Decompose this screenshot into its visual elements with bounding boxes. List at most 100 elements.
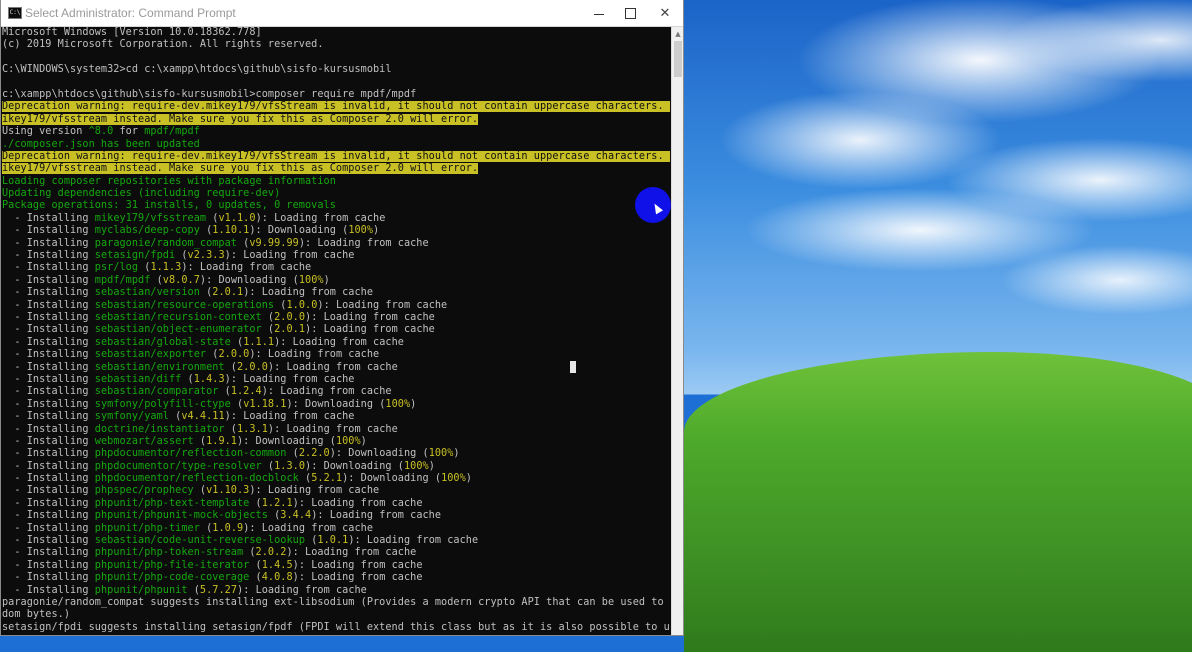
scroll-up-button[interactable]: ▲: [672, 27, 683, 41]
console-text-segment: sebastian/resource-operations: [94, 299, 275, 311]
console-text-segment: - Installing: [2, 361, 95, 373]
console-text-segment: 1.3.1: [237, 423, 268, 435]
console-text-segment: 1.0.1: [317, 535, 349, 547]
console-text-segment: - Installing: [2, 349, 95, 361]
console-text-segment: (c) 2019 Microsoft Corporation. All righ…: [2, 39, 324, 51]
console-text-segment: ): Loading from cache: [249, 485, 380, 497]
minimize-icon: [594, 14, 604, 15]
window-title: Select Administrator: Command Prompt: [25, 6, 236, 20]
console-text-segment: 4.0.8: [261, 572, 293, 584]
console-text-segment: myclabs/deep-copy: [94, 225, 200, 237]
console-line: - Installing setasign/fpdi (v2.3.3): Loa…: [2, 250, 670, 262]
console-text-segment: (: [187, 584, 200, 596]
chevron-up-icon: ▲: [675, 30, 681, 38]
console-text-segment: ): Loading from cache: [292, 559, 423, 571]
console-text-segment: 1.1.1: [243, 336, 275, 348]
console-text-segment: - Installing: [2, 448, 95, 460]
console-line: - Installing paragonie/random_compat (v9…: [2, 238, 670, 250]
green-hill: [684, 352, 1192, 652]
console-text-segment: 5.2.1: [311, 473, 343, 485]
console-line: Deprecation warning: require-dev.mikey17…: [2, 150, 670, 163]
console-output[interactable]: Microsoft Windows [Version 10.0.18362.77…: [2, 27, 670, 635]
console-text-segment: - Installing: [2, 435, 95, 447]
console-text-segment: Updating dependencies (including require…: [2, 188, 281, 200]
console-text-segment: ): Loading from cache: [267, 423, 398, 435]
console-line: - Installing phpunit/phpunit (5.7.27): L…: [2, 585, 670, 597]
console-text-segment: ): Loading from cache: [224, 250, 355, 262]
console-text-segment: (: [286, 448, 299, 460]
console-line: ikey179/vfsstream instead. Make sure you…: [2, 113, 670, 126]
console-line: - Installing phpunit/php-text-template (…: [2, 498, 670, 510]
console-text-segment: setasign/fpdi suggests installing setasi…: [2, 621, 670, 633]
console-text-segment: sebastian/environment: [94, 361, 225, 373]
console-text-segment: v9.99.99: [249, 237, 299, 249]
console-text-segment: - Installing: [2, 460, 95, 472]
console-text-segment: (: [224, 361, 237, 373]
console-text-segment: 2.0.0: [218, 349, 250, 361]
console-line: dom bytes.): [2, 609, 670, 621]
console-text-segment: - Installing: [2, 522, 95, 534]
console-text-segment: 100%: [385, 398, 411, 410]
console-line: (c) 2019 Microsoft Corporation. All righ…: [2, 39, 670, 51]
command-prompt-window[interactable]: C:\ Select Administrator: Command Prompt…: [0, 0, 684, 636]
console-text-segment: ): Loading from cache: [237, 584, 367, 596]
console-text-segment: (: [298, 473, 312, 485]
console-line: Package operations: 31 installs, 0 updat…: [2, 200, 670, 212]
console-line: - Installing phpunit/php-file-iterator (…: [2, 560, 670, 572]
console-line: - Installing mpdf/mpdf (v8.0.7): Downloa…: [2, 275, 670, 287]
console-text-segment: 1.3.0: [274, 460, 306, 472]
console-text-segment: 2.0.1: [274, 324, 306, 336]
console-text-segment: psr/log: [94, 262, 139, 274]
console-line: - Installing myclabs/deep-copy (1.10.1):…: [2, 225, 670, 237]
console-text-segment: - Installing: [2, 535, 95, 547]
minimize-button[interactable]: [582, 0, 616, 27]
console-text-segment: Microsoft Windows [Version 10.0.18362.77…: [2, 27, 262, 38]
close-button[interactable]: ✕: [648, 0, 682, 27]
console-text-segment: sebastian/code-unit-reverse-lookup: [94, 535, 306, 547]
console-text-segment: ): [373, 225, 380, 237]
maximize-button[interactable]: [613, 0, 647, 27]
console-text-segment: (: [249, 572, 262, 584]
console-text-segment: ): Loading from cache: [286, 547, 417, 559]
console-text-segment: sebastian/diff: [94, 373, 182, 385]
console-text-segment: ): [410, 398, 417, 410]
console-text-segment: - Installing: [2, 336, 95, 348]
console-text-segment: - Installing: [2, 262, 95, 274]
console-text-segment: symfony/polyfill-ctype: [94, 398, 231, 410]
console-text-segment: - Installing: [2, 225, 95, 237]
console-text-segment: (: [168, 411, 182, 423]
console-text-segment: v1.1.0: [218, 212, 256, 224]
vertical-scrollbar[interactable]: ▲: [671, 27, 683, 635]
console-line: - Installing psr/log (1.1.3): Loading fr…: [2, 262, 670, 274]
console-text-segment: ): [453, 448, 460, 460]
console-text-segment: (: [249, 497, 262, 509]
console-text-segment: (: [175, 250, 188, 262]
console-line: c:\xampp\htdocs\github\sisfo-kursusmobil…: [2, 89, 670, 101]
console-text-segment: - Installing: [2, 559, 95, 571]
console-text-segment: (: [193, 435, 207, 447]
console-text-segment: sebastian/exporter: [94, 349, 207, 361]
console-text-segment: 2.2.0: [298, 448, 330, 460]
scroll-thumb[interactable]: [674, 41, 682, 77]
console-text-segment: 1.1.3: [150, 262, 182, 274]
cmd-app-icon: C:\: [8, 7, 22, 19]
console-text-segment: - Installing: [2, 299, 95, 311]
console-text-segment: - Installing: [2, 398, 95, 410]
console-line: Loading composer repositories with packa…: [2, 176, 670, 188]
console-line: - Installing doctrine/instantiator (1.3.…: [2, 424, 670, 436]
console-text-segment: Using version: [2, 126, 89, 138]
console-text-segment: 100%: [403, 460, 429, 472]
console-text-segment: ): Downloading (: [305, 460, 404, 472]
console-text-segment: 3.4.4: [280, 510, 312, 522]
console-text-segment: (: [138, 262, 151, 274]
console-text-segment: c:\xampp\htdocs\github\sisfo-kursusmobil…: [2, 88, 417, 100]
console-text-segment: doctrine/instantiator: [94, 423, 225, 435]
console-line: - Installing sebastian/recursion-context…: [2, 312, 670, 324]
console-line: - Installing phpunit/php-token-stream (2…: [2, 547, 670, 559]
console-text-segment: - Installing: [2, 485, 95, 497]
title-bar[interactable]: C:\ Select Administrator: Command Prompt…: [1, 0, 683, 27]
console-text-segment: - Installing: [2, 311, 95, 323]
console-text-segment: - Installing: [2, 386, 95, 398]
console-text-segment: (: [199, 522, 213, 534]
